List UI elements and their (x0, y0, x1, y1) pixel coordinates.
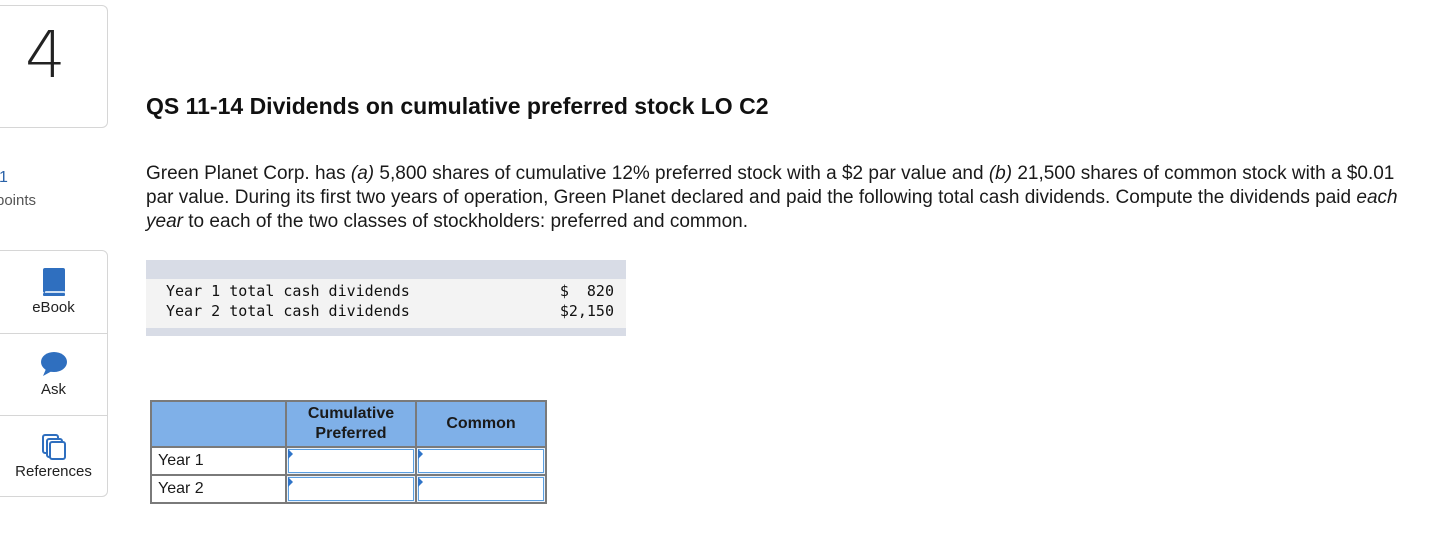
ask-label: Ask (40, 381, 66, 398)
question-title: QS 11-14 Dividends on cumulative preferr… (146, 93, 769, 119)
ebook-label: eBook (32, 299, 75, 316)
chat-bubble-icon (40, 352, 67, 376)
cell-marker-icon (288, 477, 293, 487)
year1-preferred-cell (285, 446, 417, 476)
given-row-value: $ 820 (559, 282, 614, 300)
year1-preferred-input[interactable] (288, 449, 414, 473)
header-blank (150, 400, 287, 448)
given-row-label: Year 2 total cash dividends (166, 302, 410, 320)
question-number-box: 4 (0, 5, 108, 128)
points-value: 1 (0, 169, 8, 186)
given-row-value: $2,150 (559, 302, 614, 320)
cell-marker-icon (418, 477, 423, 487)
references-icon (41, 434, 66, 460)
book-icon (42, 268, 65, 296)
row-label-year-1: Year 1 (150, 446, 287, 476)
question-text: Green Planet Corp. has (a) 5,800 shares … (146, 163, 1398, 232)
given-row: Year 2 total cash dividends $2,150 (166, 302, 614, 320)
ebook-button[interactable]: eBook (0, 251, 107, 333)
references-button[interactable]: References (0, 415, 107, 498)
header-common: Common (415, 400, 547, 448)
year1-common-input[interactable] (418, 449, 544, 473)
ask-button[interactable]: Ask (0, 333, 107, 416)
year2-common-input[interactable] (418, 477, 544, 501)
given-row-label: Year 1 total cash dividends (166, 282, 410, 300)
table-row: Year 2 (150, 474, 547, 504)
question-number: 4 (25, 19, 66, 93)
table-row: Year 1 (150, 446, 547, 476)
tools-panel: eBook Ask References (0, 250, 108, 497)
given-dividends-table: Year 1 total cash dividends $ 820 Year 2… (146, 260, 626, 336)
points-label: points (0, 192, 37, 209)
year1-common-cell (415, 446, 547, 476)
year2-preferred-cell (285, 474, 417, 504)
row-label-year-2: Year 2 (150, 474, 287, 504)
cell-marker-icon (418, 449, 423, 459)
given-row: Year 1 total cash dividends $ 820 (166, 282, 614, 300)
references-label: References (15, 463, 92, 480)
year2-common-cell (415, 474, 547, 504)
answer-table: Cumulative Preferred Common Year 1 Year … (150, 400, 547, 504)
header-cumulative-preferred: Cumulative Preferred (285, 400, 417, 448)
year2-preferred-input[interactable] (288, 477, 414, 501)
cell-marker-icon (288, 449, 293, 459)
